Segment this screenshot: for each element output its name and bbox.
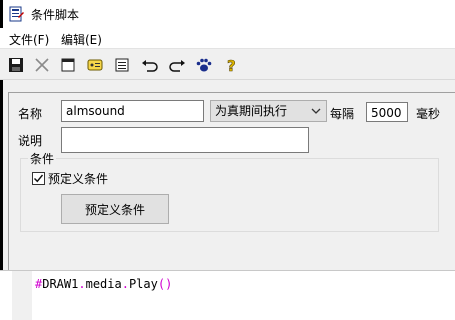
execution-mode-select[interactable]: 为真期间执行 [210, 100, 327, 122]
menu-file[interactable]: 文件(F) [9, 31, 49, 48]
list-icon[interactable] [112, 55, 132, 75]
checkmark-icon [34, 174, 44, 183]
undo-icon[interactable] [140, 55, 160, 75]
window-title: 条件脚本 [31, 8, 80, 22]
delete-icon[interactable] [32, 55, 52, 75]
menu-bar: 文件(F) 编辑(E) [0, 28, 455, 48]
code-property: media [85, 277, 122, 291]
description-input[interactable] [61, 127, 309, 153]
window-edge [0, 80, 3, 270]
script-editor[interactable]: #DRAW1.media.Play() [0, 270, 455, 320]
interval-unit-label: 毫秒 [416, 107, 441, 121]
window-edge [0, 0, 3, 28]
title-bar: 条件脚本 [0, 0, 455, 28]
name-label: 名称 [18, 107, 43, 121]
code-object: DRAW1 [42, 277, 79, 291]
name-input[interactable]: almsound [61, 100, 204, 122]
menu-edit[interactable]: 编辑(E) [61, 31, 102, 48]
code-parens: () [157, 277, 173, 291]
interval-label: 每隔 [330, 107, 355, 121]
description-label: 说明 [18, 134, 43, 148]
code-method: Play [128, 277, 158, 291]
save-icon[interactable] [6, 55, 26, 75]
predefined-condition-button[interactable]: 预定义条件 [61, 194, 169, 224]
condition-group-title: 条件 [28, 150, 57, 167]
help-icon[interactable]: ? [221, 55, 241, 75]
app-script-icon [9, 6, 25, 22]
redo-icon[interactable] [167, 55, 187, 75]
predefined-condition-checkbox-label[interactable]: 预定义条件 [48, 170, 108, 187]
new-icon[interactable] [58, 55, 78, 75]
chevron-down-icon [311, 104, 321, 122]
editor-gutter [12, 271, 32, 320]
tag-icon[interactable] [85, 55, 105, 75]
toolbar: ? [0, 48, 455, 80]
code-line[interactable]: #DRAW1.media.Play() [35, 277, 172, 291]
code-dot: . [121, 277, 129, 291]
interval-input[interactable]: 5000 [366, 102, 408, 122]
svg-text:?: ? [227, 57, 236, 73]
execution-mode-value: 为真期间执行 [215, 104, 288, 118]
code-dot: . [78, 277, 86, 291]
predefined-condition-checkbox[interactable] [32, 172, 45, 185]
paw-icon[interactable] [194, 55, 214, 75]
